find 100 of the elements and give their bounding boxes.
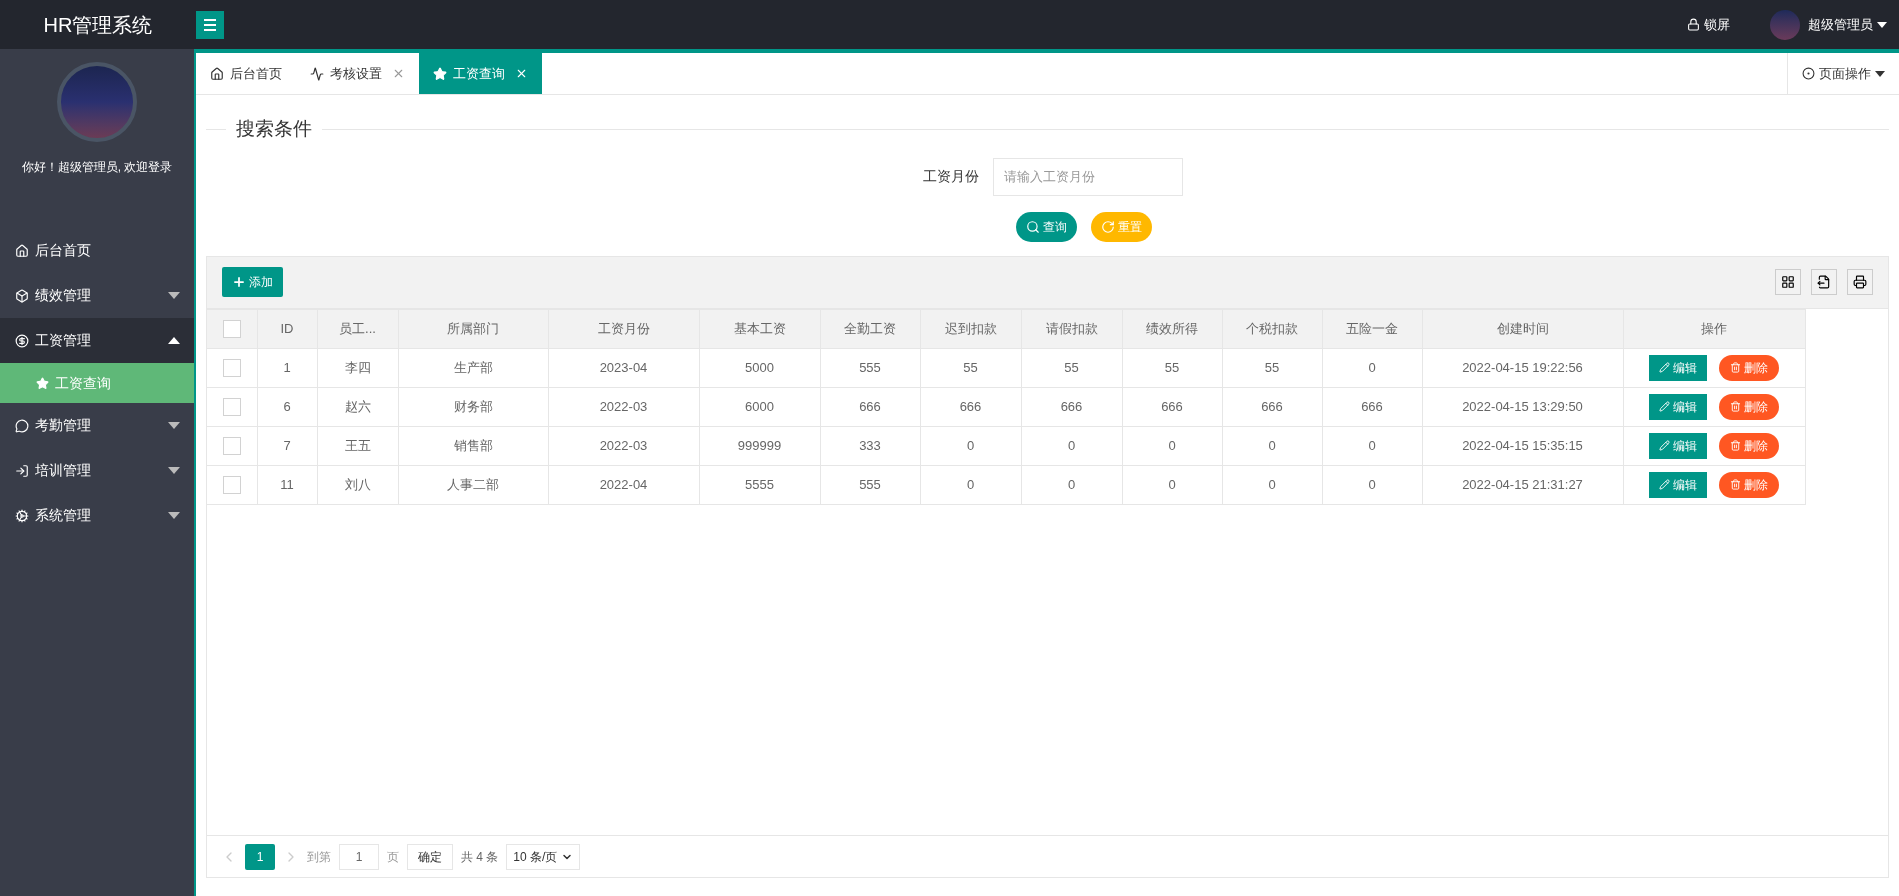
caret-up-icon — [168, 337, 180, 344]
table-cell: 333 — [859, 437, 881, 453]
page-number[interactable]: 1 — [245, 843, 275, 870]
sidebar-menu-item[interactable]: 后台首页 — [0, 228, 194, 273]
cube-icon — [15, 288, 29, 303]
lock-screen-button[interactable]: 锁屏 — [1687, 14, 1730, 35]
table-cell: 55 — [963, 359, 978, 375]
table-cell: 666 — [1161, 398, 1183, 414]
table-cell: 55 — [1064, 359, 1079, 375]
table-cell: 2022-04-15 21:31:27 — [1462, 476, 1583, 492]
salary-month-input[interactable]: 请输入工资月份 — [992, 157, 1183, 196]
column-header: ID — [280, 320, 294, 336]
table-cell: 赵六 — [344, 398, 371, 414]
row-checkbox[interactable] — [222, 436, 241, 455]
export-icon — [1817, 275, 1831, 289]
caret-icon — [1877, 21, 1887, 28]
confirm-button[interactable]: 确定 — [407, 843, 453, 870]
gear-icon — [15, 508, 29, 523]
edit-button[interactable]: 编辑 — [1649, 471, 1707, 498]
welcome-text: 你好！超级管理员, 欢迎登录 — [20, 159, 174, 176]
grid-icon — [1781, 275, 1795, 289]
export-button[interactable] — [1811, 269, 1837, 295]
table-cell: 555 — [859, 359, 881, 375]
add-button[interactable]: 添加 — [222, 267, 283, 297]
app-logo: HR管理系统 — [43, 12, 153, 38]
select-all-checkbox[interactable] — [222, 319, 241, 338]
row-checkbox[interactable] — [222, 475, 241, 494]
table-cell: 666 — [859, 398, 881, 414]
table-cell: 5555 — [745, 476, 774, 492]
column-header: 员工... — [339, 320, 376, 336]
table-cell: 0 — [1368, 476, 1376, 492]
table-cell: 666 — [1361, 398, 1383, 414]
page-unit: 页 — [387, 848, 399, 866]
menu-icon — [203, 18, 217, 31]
page-tab[interactable]: 考核设置 — [296, 53, 419, 94]
edit-button[interactable]: 编辑 — [1649, 432, 1707, 459]
columns-button[interactable] — [1775, 269, 1801, 295]
sidebar-menu-item[interactable]: 考勤管理 — [0, 403, 194, 448]
search-button[interactable]: 查询 — [1015, 211, 1077, 242]
page-input[interactable]: 1 — [339, 843, 379, 870]
table-cell: 财务部 — [453, 398, 493, 414]
page-tab[interactable]: 工资查询 — [419, 53, 542, 94]
house-icon — [15, 243, 29, 258]
table-cell: 王五 — [344, 437, 371, 453]
table-cell: 11 — [280, 476, 294, 492]
page-size-select[interactable]: 10 条/页 — [506, 843, 581, 870]
table-cell: 2022-04-15 15:35:15 — [1462, 437, 1583, 453]
row-checkbox[interactable] — [222, 358, 241, 377]
table-cell: 0 — [1168, 476, 1176, 492]
table-cell: 2022-04-15 19:22:56 — [1462, 359, 1583, 375]
column-header: 工资月份 — [597, 320, 650, 336]
printer-icon — [1853, 275, 1867, 289]
pulse-icon — [310, 66, 324, 81]
pencil-icon — [1659, 479, 1670, 490]
table-cell: 销售部 — [453, 437, 493, 453]
trash-icon — [1730, 440, 1741, 451]
column-header: 基本工资 — [733, 320, 786, 336]
search-legend: 搜索条件 — [226, 115, 322, 144]
user-avatar — [1770, 9, 1800, 40]
column-header: 五险一金 — [1346, 320, 1398, 336]
table-cell: 6000 — [745, 398, 774, 414]
menu-toggle[interactable] — [196, 10, 224, 39]
caret-down-icon — [168, 467, 180, 474]
row-checkbox[interactable] — [222, 397, 241, 416]
table-cell: 666 — [1060, 398, 1083, 414]
page-tab[interactable]: 后台首页 — [196, 53, 296, 94]
table-cell: 生产部 — [453, 359, 493, 375]
plus-icon — [232, 275, 246, 289]
edit-button[interactable]: 编辑 — [1649, 393, 1707, 420]
table-cell: 0 — [966, 476, 975, 492]
field-label: 工资月份 — [922, 167, 979, 186]
sidebar-menu-item[interactable]: 工资管理 — [0, 318, 194, 363]
caret-down-icon — [168, 422, 180, 429]
user-menu[interactable]: 超级管理员 — [1808, 14, 1887, 35]
table-cell: 2022-04-15 13:29:50 — [1462, 398, 1583, 414]
close-icon — [515, 67, 528, 80]
goto-label: 到第 — [307, 848, 331, 866]
column-header: 全勤工资 — [844, 320, 896, 336]
table-cell: 人事二部 — [447, 476, 499, 492]
table-cell: 1 — [283, 359, 291, 375]
star-icon — [36, 376, 49, 390]
sidebar-menu-item[interactable]: 系统管理 — [0, 493, 194, 538]
table-cell: 666 — [1261, 398, 1283, 414]
lock-icon — [1687, 18, 1700, 31]
table-cell: 0 — [1368, 359, 1376, 375]
table-cell: 0 — [1168, 437, 1176, 453]
edit-button[interactable]: 编辑 — [1649, 354, 1707, 381]
print-button[interactable] — [1847, 269, 1873, 295]
column-header: 个税扣款 — [1246, 320, 1298, 336]
page-actions-menu[interactable]: 页面操作 — [1787, 53, 1899, 94]
sidebar-menu-item[interactable]: 绩效管理 — [0, 273, 194, 318]
column-header: 请假扣款 — [1045, 320, 1098, 336]
table-cell: 999999 — [737, 437, 782, 453]
sidebar-menu-item[interactable]: 培训管理 — [0, 448, 194, 493]
table-cell: 0 — [1067, 437, 1076, 453]
table-cell: 2023-04 — [599, 359, 648, 375]
column-header: 所属部门 — [447, 320, 499, 336]
caret-down-icon — [168, 292, 180, 299]
caret-icon — [1875, 70, 1885, 77]
pencil-icon — [1659, 440, 1670, 451]
